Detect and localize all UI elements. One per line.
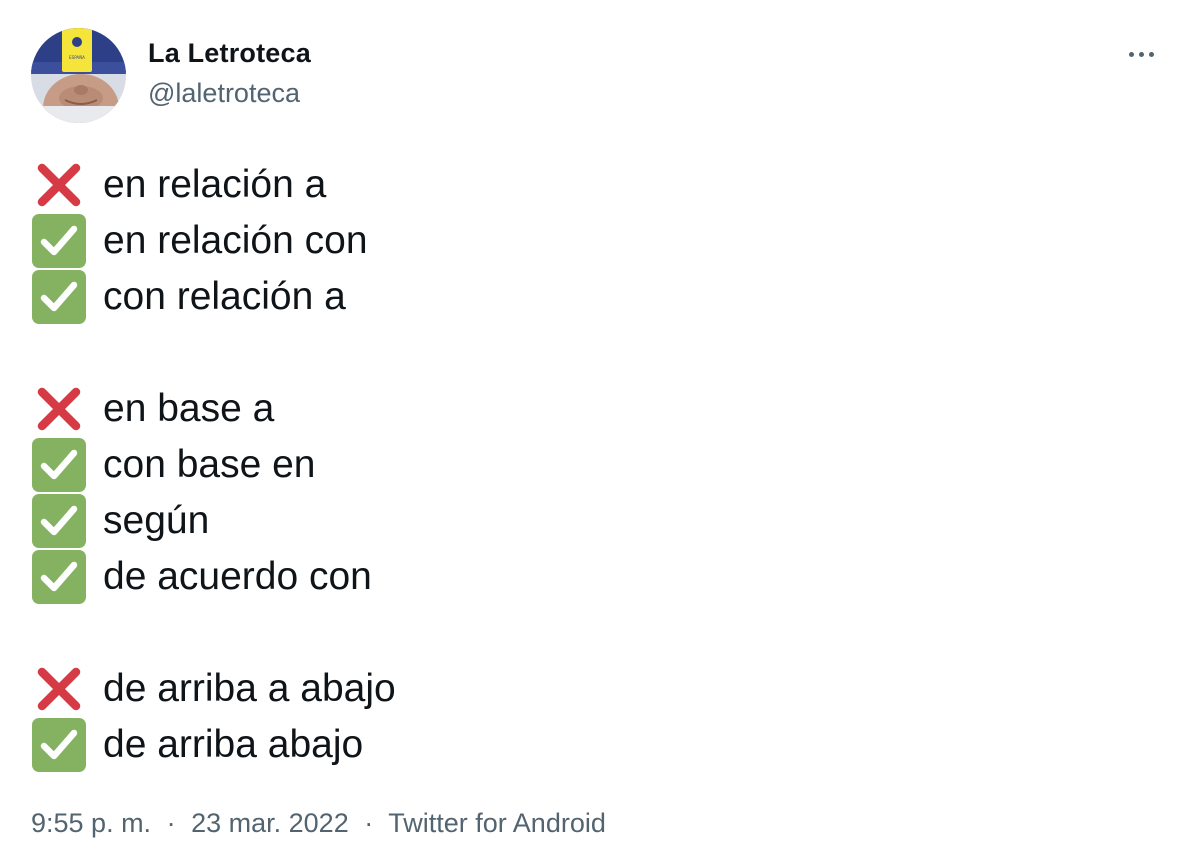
tweet-line: de acuerdo con xyxy=(31,549,396,605)
check-mark-icon xyxy=(31,269,87,325)
more-horizontal-icon xyxy=(1148,51,1154,57)
more-horizontal-icon xyxy=(1128,51,1134,57)
check-mark-icon xyxy=(31,213,87,269)
tweet-line-text: con base en xyxy=(103,443,316,486)
tweet-line: con base en xyxy=(31,437,396,493)
avatar-badge-text: ESPAÑA xyxy=(69,55,85,60)
tweet-line-text: en relación a xyxy=(103,163,327,206)
tweet-line: de arriba a abajo xyxy=(31,661,396,717)
tweet-line-text: con relación a xyxy=(103,275,346,318)
more-horizontal-icon xyxy=(1138,51,1144,57)
tweet-time[interactable]: 9:55 p. m. xyxy=(31,808,151,838)
tweet-source[interactable]: Twitter for Android xyxy=(388,808,606,838)
avatar-image: ESPAÑA xyxy=(31,28,126,123)
check-mark-icon xyxy=(31,717,87,773)
author-handle[interactable]: @laletroteca xyxy=(148,78,300,109)
more-options-button[interactable] xyxy=(1119,37,1163,71)
separator: · xyxy=(364,808,374,838)
tweet-line-text: según xyxy=(103,499,210,542)
tweet-line-text: de acuerdo con xyxy=(103,555,372,598)
tweet-line-text: en relación con xyxy=(103,219,368,262)
avatar[interactable]: ESPAÑA xyxy=(31,28,126,123)
tweet-line-text: de arriba abajo xyxy=(103,723,364,766)
tweet-line: de arriba abajo xyxy=(31,717,396,773)
cross-mark-icon xyxy=(31,157,87,213)
check-mark-icon xyxy=(31,549,87,605)
tweet-line: según xyxy=(31,493,396,549)
check-mark-icon xyxy=(31,437,87,493)
tweet-line: en relación a xyxy=(31,157,396,213)
tweet-line-text: en base a xyxy=(103,387,275,430)
separator: · xyxy=(166,808,176,838)
tweet-date[interactable]: 23 mar. 2022 xyxy=(191,808,349,838)
tweet-line: en base a xyxy=(31,381,396,437)
cross-mark-icon xyxy=(31,381,87,437)
author-display-name[interactable]: La Letroteca xyxy=(148,38,311,69)
tweet-text: en relación a en relación con con relación… xyxy=(31,157,396,773)
tweet-metadata: 9:55 p. m. · 23 mar. 2022 · Twitter for … xyxy=(31,808,606,839)
check-mark-icon xyxy=(31,493,87,549)
tweet-line: con relación a xyxy=(31,269,396,325)
tweet-line-text: de arriba a abajo xyxy=(103,667,396,710)
cross-mark-icon xyxy=(31,661,87,717)
tweet-line: en relación con xyxy=(31,213,396,269)
